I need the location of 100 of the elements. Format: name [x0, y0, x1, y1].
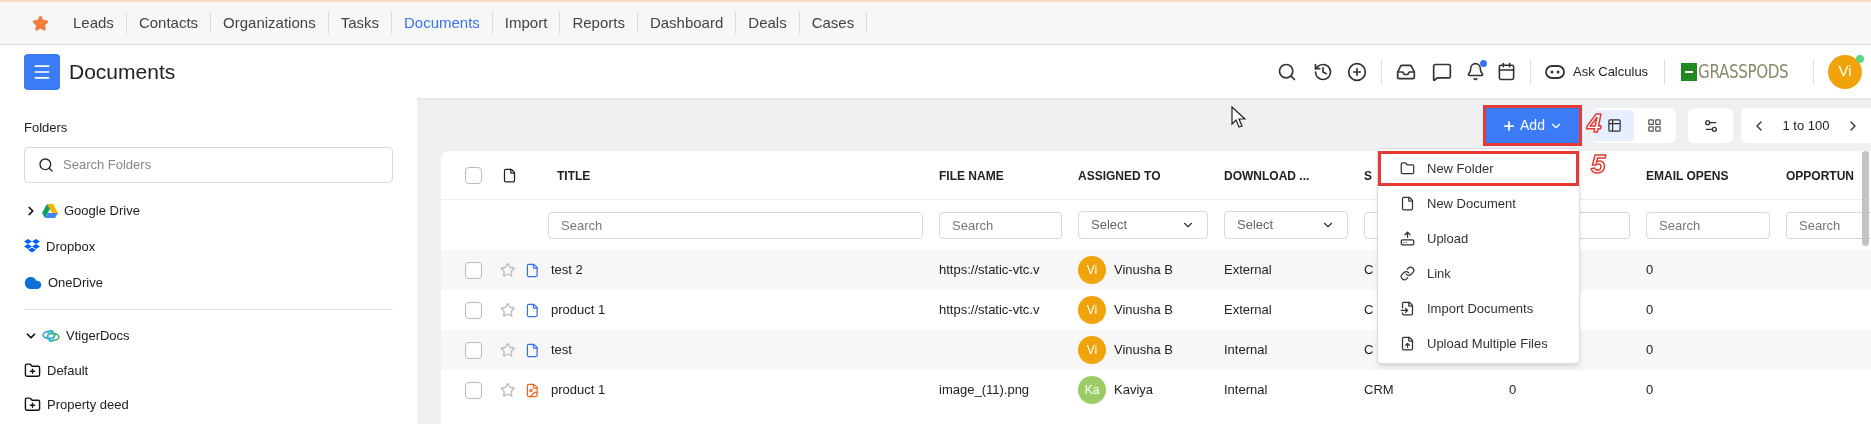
search-icon[interactable] [1276, 61, 1297, 82]
menu-item[interactable]: New Folder [1378, 151, 1579, 186]
search-field[interactable]: Search [939, 211, 1062, 239]
star-icon[interactable] [32, 14, 49, 32]
document-title-link[interactable]: product 1 [551, 302, 606, 318]
row-checkbox[interactable] [465, 261, 482, 279]
table-cell: 0 [1646, 382, 1654, 398]
menu-item[interactable]: New Document [1378, 186, 1579, 221]
module-tab[interactable]: Import [492, 12, 561, 34]
folder-tree-item[interactable]: Default [24, 353, 393, 388]
row-checkbox[interactable] [465, 301, 482, 319]
user-avatar: Vi [1078, 336, 1106, 364]
star-icon[interactable] [500, 382, 516, 398]
module-tab[interactable]: Organizations [211, 12, 329, 34]
search-icon [38, 156, 54, 173]
select-field[interactable]: Select [1078, 211, 1208, 239]
folder-tree-item[interactable]: Dropbox [24, 228, 393, 265]
module-tab[interactable]: Tasks [328, 12, 392, 34]
document-title-link[interactable]: test [551, 342, 572, 358]
search-field[interactable]: Search [548, 211, 923, 239]
column-header[interactable]: TITLE [557, 169, 591, 183]
upload-icon [1400, 231, 1415, 246]
search-field[interactable]: Search [1786, 211, 1871, 239]
module-tab[interactable]: Dashboard [637, 12, 737, 34]
settings-button[interactable] [1688, 108, 1733, 143]
select-field[interactable]: Select [1224, 211, 1348, 239]
search-field[interactable]: Search [1646, 211, 1770, 239]
select-all-checkbox[interactable] [465, 166, 482, 184]
document-title-link[interactable]: test 2 [551, 262, 583, 278]
add-button[interactable]: Add [1486, 108, 1579, 143]
table-cell: C [1364, 302, 1374, 318]
table-cell: Internal [1224, 342, 1268, 358]
document-icon [1400, 196, 1415, 211]
column-header[interactable]: DOWNLOAD ... [1224, 169, 1310, 183]
column-header[interactable]: ASSIGNED TO [1078, 169, 1161, 183]
folder-label: Default [47, 361, 89, 380]
folder-tree-item[interactable]: VtigerDocs [24, 317, 393, 354]
list-icon [1606, 118, 1622, 133]
module-tab[interactable]: Cases [799, 12, 868, 34]
table-cell-text: Vinusha B [1114, 301, 1174, 320]
menu-item[interactable]: Import Documents [1378, 291, 1579, 326]
logo-text: GRASSPODS [1698, 59, 1789, 85]
table-cell: External [1224, 302, 1272, 318]
user-avatar: Vi [1078, 296, 1106, 324]
robot-face-icon [1544, 64, 1565, 79]
folder-search-field[interactable]: Search Folders [24, 146, 393, 183]
dropbox-icon [24, 239, 40, 254]
ask-calculus-button[interactable]: Ask Calculus [1544, 61, 1649, 82]
table-cell: External [1224, 262, 1272, 278]
star-icon[interactable] [500, 262, 516, 278]
add-circle-icon[interactable] [1346, 61, 1367, 82]
page-range: 1 to 100 [1782, 116, 1830, 135]
table-cell-text: Vinusha B [1114, 341, 1174, 360]
document-icon [525, 262, 540, 278]
step-number: 5 [1591, 151, 1606, 177]
folder-label: Property deed [47, 395, 129, 414]
star-icon[interactable] [500, 342, 516, 358]
menu-item[interactable]: Link [1378, 256, 1579, 291]
column-header[interactable]: EMAIL OPENS [1646, 169, 1729, 183]
folder-tree-item[interactable]: Google Drive [24, 192, 393, 229]
folder-tree-item[interactable]: OneDrive [24, 264, 393, 301]
module-tab[interactable]: Contacts [126, 12, 212, 34]
bell-icon[interactable] [1465, 62, 1485, 81]
star-icon[interactable] [500, 302, 516, 318]
table-cell: C [1364, 342, 1374, 358]
logo-mark-icon [1681, 62, 1698, 81]
chat-icon[interactable] [1431, 61, 1452, 82]
calendar-icon[interactable] [1496, 62, 1516, 81]
table-cell: CRM [1364, 382, 1394, 398]
menu-item[interactable]: Upload [1378, 221, 1579, 256]
column-header[interactable]: S [1364, 169, 1372, 183]
table-cell: Internal [1224, 382, 1268, 398]
folder-tree-item[interactable]: Property deed [24, 387, 393, 422]
menu-item[interactable]: Upload Multiple Files [1378, 326, 1579, 361]
image-file-icon [525, 382, 540, 398]
module-tab[interactable]: Reports [560, 12, 638, 34]
module-tab[interactable]: Deals [736, 12, 800, 34]
table-cell: 0 [1508, 382, 1517, 398]
history-icon[interactable] [1312, 61, 1333, 82]
document-title-link[interactable]: product 1 [551, 382, 606, 398]
document-icon [525, 302, 540, 318]
drive-triangle-icon [42, 203, 58, 218]
plus-icon [1502, 118, 1517, 133]
folder-label: OneDrive [48, 273, 103, 292]
table-cell-text: Kaviya [1114, 381, 1154, 400]
menu-button[interactable] [24, 53, 60, 90]
folder-plus-icon [24, 362, 41, 379]
step-number: 4 [1587, 110, 1602, 136]
column-header[interactable]: FILE NAME [939, 169, 1004, 183]
rings-icon [42, 328, 60, 343]
module-tab[interactable]: Documents [392, 12, 493, 34]
column-header[interactable]: OPPORTUN [1786, 169, 1854, 183]
folder-label: Google Drive [64, 201, 140, 220]
row-checkbox[interactable] [465, 381, 482, 399]
column-picker-icon[interactable] [502, 167, 517, 183]
module-tab[interactable]: Leads [61, 12, 127, 34]
user-avatar: Vi [1078, 256, 1106, 284]
row-checkbox[interactable] [465, 341, 482, 359]
table-cell: 0 [1646, 262, 1654, 278]
table-cell: image_(11).png [939, 382, 1030, 398]
